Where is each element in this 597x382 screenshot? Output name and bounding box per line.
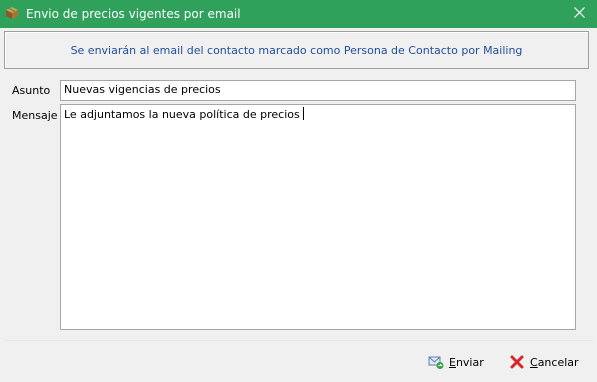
mensaje-value: Le adjuntamos la nueva política de preci… <box>64 108 300 121</box>
enviar-label: Enviar <box>449 356 484 369</box>
title-bar[interactable]: Envio de precios vigentes por email <box>0 0 597 28</box>
asunto-input[interactable]: Nuevas vigencias de precios <box>60 80 576 101</box>
cancelar-label-accel: C <box>530 355 538 369</box>
footer-divider <box>4 340 593 341</box>
info-banner: Se enviarán al email del contacto marcad… <box>4 31 589 69</box>
info-text: Se enviarán al email del contacto marcad… <box>70 43 523 57</box>
red-x-icon <box>509 354 525 370</box>
mensaje-label: Mensaje <box>12 109 58 122</box>
package-icon <box>5 6 19 20</box>
enviar-label-accel: E <box>449 355 456 369</box>
close-icon <box>573 7 585 21</box>
send-mail-icon <box>428 354 444 370</box>
window-title: Envio de precios vigentes por email <box>26 7 241 21</box>
asunto-value: Nuevas vigencias de precios <box>64 83 221 96</box>
cancelar-button[interactable]: Cancelar <box>509 351 579 373</box>
asunto-label: Asunto <box>12 84 51 97</box>
close-button[interactable] <box>561 0 597 28</box>
enviar-label-rest: nviar <box>455 355 484 369</box>
cancelar-label: Cancelar <box>530 356 579 369</box>
cancelar-label-rest: ancelar <box>537 355 579 369</box>
text-caret <box>302 107 304 120</box>
mensaje-textarea[interactable]: Le adjuntamos la nueva política de preci… <box>60 104 576 330</box>
enviar-button[interactable]: Enviar <box>428 351 484 373</box>
dialog-window: Envio de precios vigentes por email Se e… <box>0 0 597 382</box>
